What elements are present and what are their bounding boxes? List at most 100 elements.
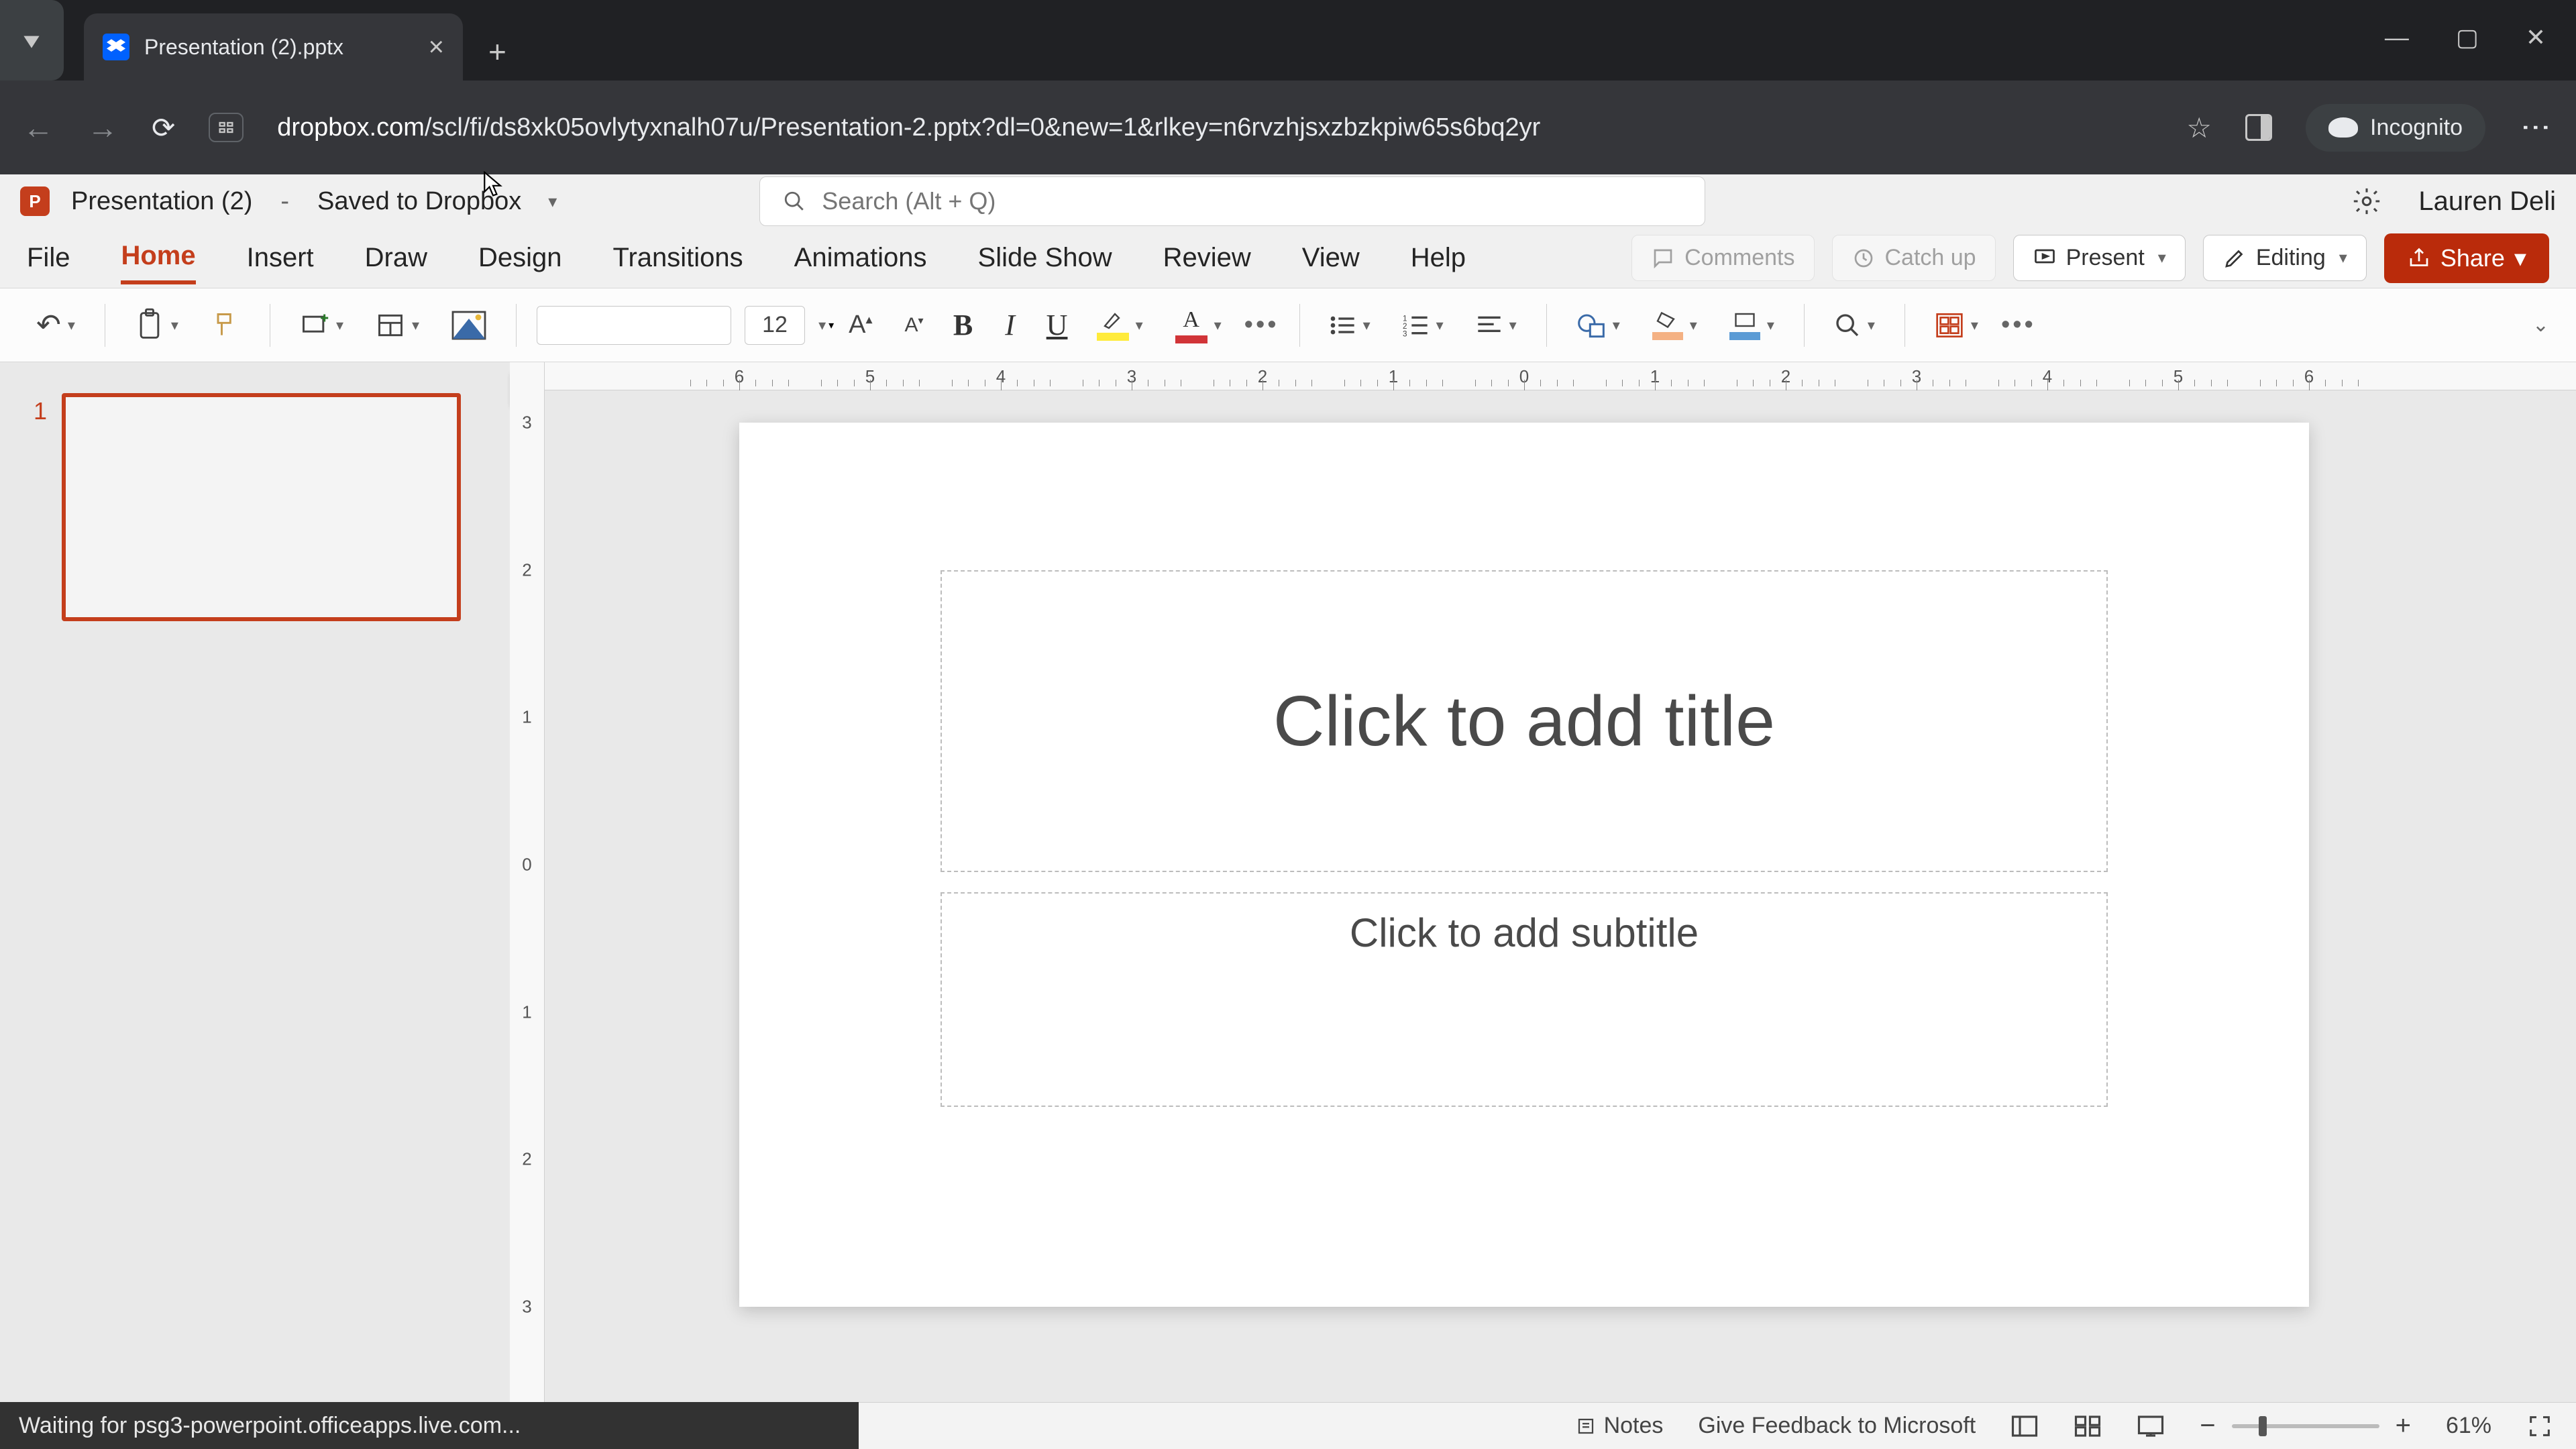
numbering-button[interactable]: 123 ▾ <box>1393 302 1453 349</box>
catchup-button[interactable]: Catch up <box>1832 235 1996 281</box>
slideshow-view-button[interactable] <box>2137 1414 2165 1438</box>
side-panel-icon[interactable] <box>2245 114 2272 141</box>
notes-button[interactable]: Notes <box>1576 1413 1664 1439</box>
tab-insert[interactable]: Insert <box>247 233 314 282</box>
chevron-down-icon[interactable]: ▾ <box>2158 248 2166 268</box>
chevron-down-icon[interactable]: ▾ <box>2514 244 2526 272</box>
fit-to-window-button[interactable] <box>2526 1413 2553 1440</box>
grow-font-button[interactable]: A▴ <box>839 302 881 349</box>
zoom-out-button[interactable]: − <box>2200 1411 2215 1441</box>
present-button[interactable]: Present ▾ <box>2013 235 2186 281</box>
font-color-swatch <box>1175 335 1208 343</box>
save-status[interactable]: Saved to Dropbox <box>317 187 521 216</box>
ruler-v-label: 0 <box>510 855 544 875</box>
font-size-select[interactable]: 12 <box>745 306 805 345</box>
font-color-button[interactable]: A ▾ <box>1166 302 1231 349</box>
zoom-slider[interactable] <box>2232 1424 2379 1428</box>
shape-fill-button[interactable]: ▾ <box>1643 302 1707 349</box>
more-font-options[interactable]: ••• <box>1244 311 1279 339</box>
format-painter-button[interactable] <box>201 302 250 349</box>
user-name[interactable]: Lauren Deli <box>2418 186 2556 217</box>
sorter-view-button[interactable] <box>2074 1414 2102 1438</box>
paste-button[interactable]: ▾ <box>125 302 188 349</box>
find-button[interactable]: ▾ <box>1825 302 1884 349</box>
tab-draw[interactable]: Draw <box>365 233 427 282</box>
back-button[interactable]: ← <box>23 109 54 146</box>
minimize-icon[interactable]: ― <box>2385 23 2409 52</box>
site-settings-button[interactable] <box>209 113 244 142</box>
bold-button[interactable]: B <box>947 308 980 342</box>
designer-button[interactable] <box>442 302 496 349</box>
tab-search-button[interactable]: ▾ <box>0 0 64 80</box>
tab-file[interactable]: File <box>27 233 70 282</box>
document-title[interactable]: Presentation (2) <box>71 187 252 216</box>
zoom-control: − + <box>2200 1411 2411 1441</box>
tab-review[interactable]: Review <box>1163 233 1251 282</box>
tab-view[interactable]: View <box>1302 233 1360 282</box>
italic-button[interactable]: I <box>994 308 1027 342</box>
share-label: Share <box>2440 244 2505 272</box>
align-button[interactable]: ▾ <box>1466 302 1526 349</box>
underline-button[interactable]: U <box>1040 308 1074 342</box>
window-controls: ― ▢ ✕ <box>2385 0 2576 52</box>
tab-animations[interactable]: Animations <box>794 233 927 282</box>
ruler-v-label: 1 <box>510 707 544 728</box>
shape-outline-button[interactable]: ▾ <box>1720 302 1784 349</box>
new-tab-button[interactable]: + <box>488 34 506 70</box>
dropbox-icon <box>103 34 129 60</box>
thumbnail-pane[interactable]: 1 <box>0 362 510 1402</box>
slide-thumbnail[interactable] <box>62 393 461 621</box>
slide-canvas[interactable]: Click to add title Click to add subtitle <box>739 423 2309 1307</box>
more-commands[interactable]: ••• <box>2001 311 2036 339</box>
highlight-button[interactable]: ▾ <box>1087 302 1152 349</box>
ruler-v-label: 2 <box>510 1149 544 1170</box>
header-right: Lauren Deli <box>2351 186 2556 217</box>
zoom-handle[interactable] <box>2259 1416 2267 1436</box>
title-placeholder[interactable]: Click to add title <box>941 570 2108 872</box>
incognito-indicator[interactable]: Incognito <box>2306 104 2485 152</box>
maximize-icon[interactable]: ▢ <box>2456 23 2479 52</box>
bookmark-icon[interactable]: ☆ <box>2186 111 2212 144</box>
chevron-down-icon[interactable]: ▾ <box>818 317 826 334</box>
subtitle-placeholder[interactable]: Click to add subtitle <box>941 892 2108 1107</box>
font-family-select[interactable]: ▾ <box>537 306 731 345</box>
thumbnail-row: 1 <box>34 393 476 621</box>
zoom-in-button[interactable]: + <box>2396 1411 2411 1441</box>
feedback-link[interactable]: Give Feedback to Microsoft <box>1698 1413 1976 1439</box>
normal-view-button[interactable] <box>2010 1414 2039 1438</box>
comments-button[interactable]: Comments <box>1631 235 1814 281</box>
editing-mode-button[interactable]: Editing ▾ <box>2203 235 2367 281</box>
tab-home[interactable]: Home <box>121 231 195 284</box>
layout-button[interactable]: ▾ <box>366 302 429 349</box>
undo-button[interactable]: ↶▾ <box>27 302 85 349</box>
close-window-icon[interactable]: ✕ <box>2526 23 2546 52</box>
shrink-font-button[interactable]: A▾ <box>896 302 933 349</box>
bullets-button[interactable]: ▾ <box>1320 302 1380 349</box>
new-slide-button[interactable]: ▾ <box>290 302 353 349</box>
tab-transitions[interactable]: Transitions <box>613 233 743 282</box>
horizontal-ruler: 6543210123456 <box>545 362 2576 390</box>
tab-design[interactable]: Design <box>478 233 562 282</box>
shapes-button[interactable]: ▾ <box>1567 302 1629 349</box>
close-icon[interactable]: × <box>429 34 444 60</box>
forward-button[interactable]: → <box>87 109 118 146</box>
tab-slideshow[interactable]: Slide Show <box>978 233 1112 282</box>
gear-icon[interactable] <box>2351 186 2382 217</box>
reload-button[interactable]: ⟳ <box>152 111 175 144</box>
tab-help[interactable]: Help <box>1411 233 1466 282</box>
ribbon-actions: Comments Catch up Present ▾ Editing ▾ Sh… <box>1631 233 2549 283</box>
browser-tab[interactable]: Presentation (2).pptx × <box>84 13 463 80</box>
address-bar[interactable]: dropbox.com/scl/fi/ds8xk05ovlytyxnalh07u… <box>277 113 2153 142</box>
zoom-percentage[interactable]: 61% <box>2446 1413 2491 1439</box>
chevron-down-icon[interactable]: ▾ <box>2339 248 2347 268</box>
collapse-ribbon-icon[interactable]: ⌄ <box>2532 313 2549 337</box>
chevron-down-icon[interactable]: ▾ <box>828 319 834 332</box>
editing-label: Editing <box>2256 245 2326 271</box>
designer-pane-button[interactable]: ▾ <box>1925 302 1988 349</box>
chevron-down-icon[interactable]: ▾ <box>548 191 557 212</box>
share-button[interactable]: Share ▾ <box>2384 233 2549 283</box>
search-box[interactable] <box>759 176 1705 226</box>
canvas-area[interactable]: 6543210123456 Click to add title Click t… <box>545 362 2576 1402</box>
browser-menu-icon[interactable]: ⋮ <box>2519 113 2553 142</box>
search-input[interactable] <box>822 187 1682 215</box>
